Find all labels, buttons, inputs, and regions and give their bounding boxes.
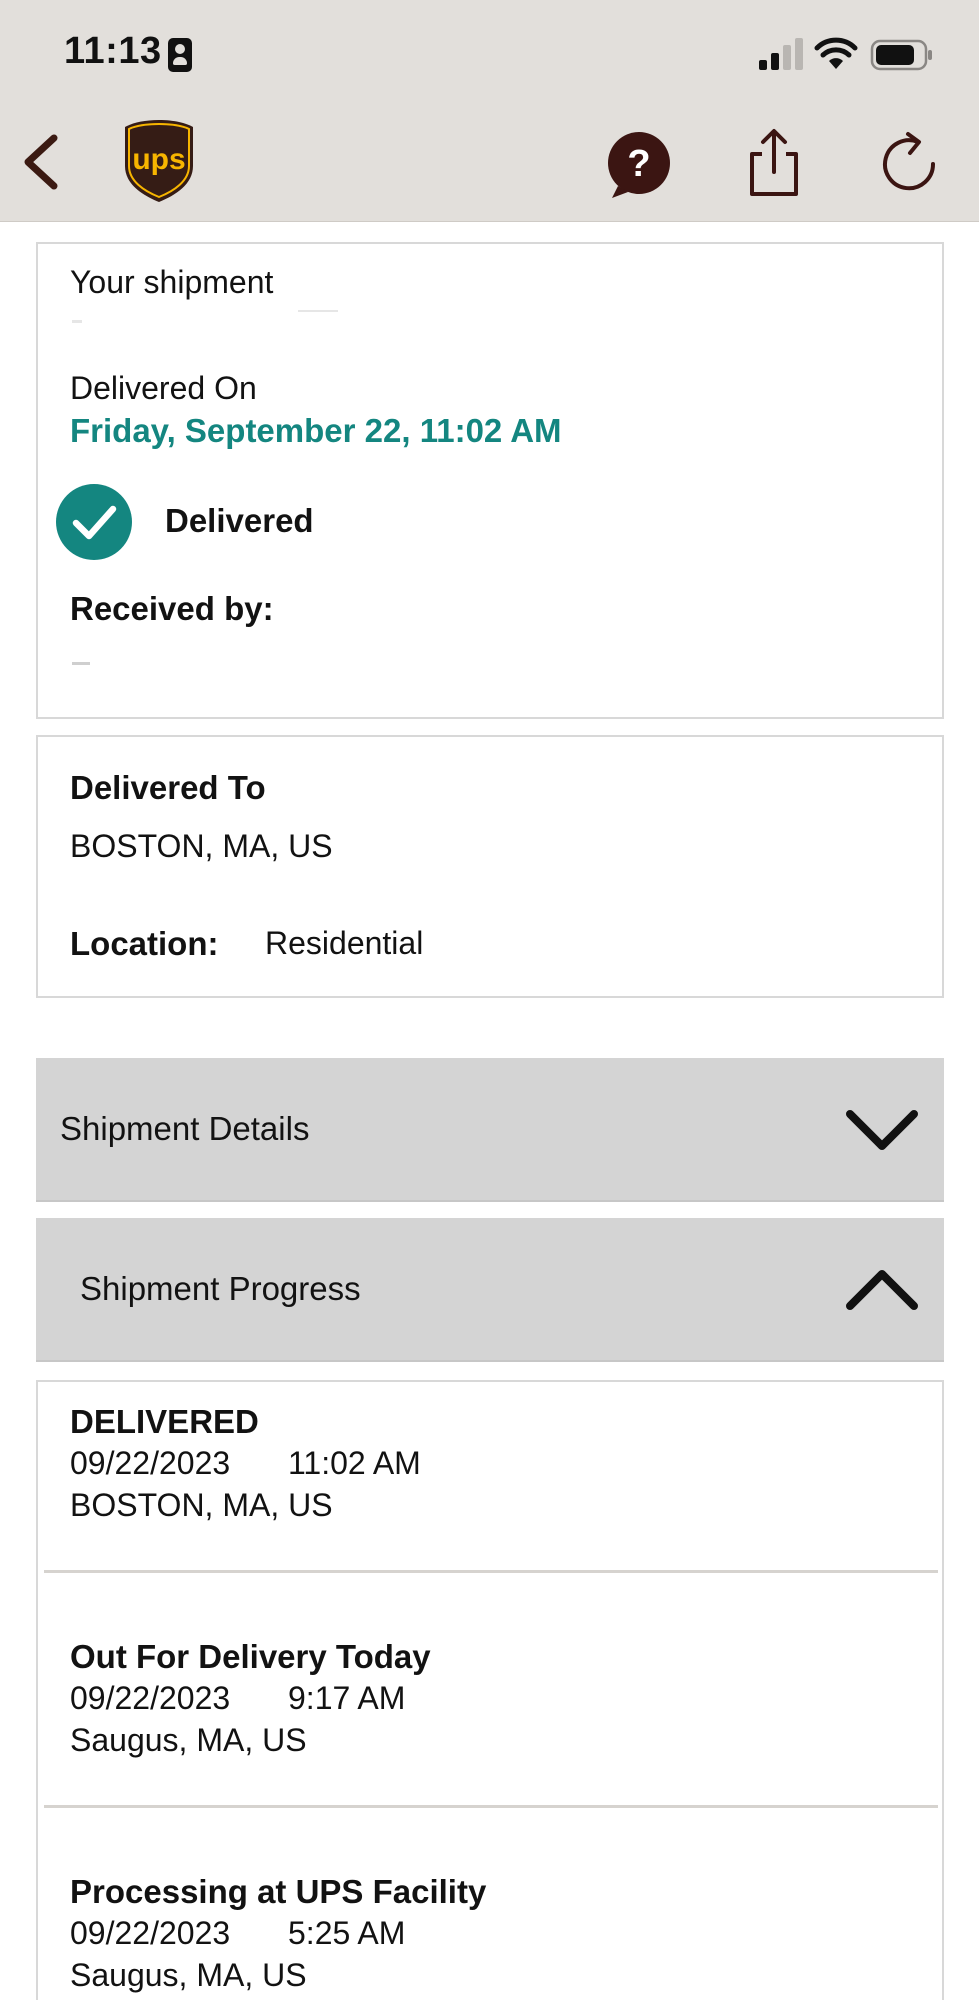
chevron-left-icon[interactable] — [14, 130, 70, 194]
progress-date: 09/22/2023 — [70, 1445, 231, 1481]
progress-date: 09/22/2023 — [70, 1915, 231, 1951]
cellular-signal-icon — [759, 38, 803, 70]
redacted-recipient-name — [72, 662, 90, 665]
redacted-tracking-number — [72, 320, 82, 323]
top-bar: 11:13 ups ? — [0, 0, 979, 222]
shipment-details-label: Shipment Details — [60, 1110, 310, 1147]
progress-time: 9:17 AM — [288, 1680, 406, 1716]
delivery-status-card: Your shipment Delivered On Friday, Septe… — [36, 242, 944, 719]
shipment-heading: Your shipment — [70, 264, 274, 300]
delivered-status: Delivered — [165, 502, 314, 539]
help-question-icon[interactable]: ? — [604, 130, 674, 200]
svg-text:?: ? — [627, 143, 650, 185]
divider — [44, 1805, 938, 1808]
chevron-up-icon — [846, 1270, 918, 1310]
progress-time: 11:02 AM — [288, 1445, 421, 1481]
divider — [44, 1570, 938, 1573]
progress-date: 09/22/2023 — [70, 1680, 231, 1716]
progress-location: BOSTON, MA, US — [70, 1487, 333, 1523]
battery-icon — [870, 39, 932, 71]
refresh-icon[interactable] — [878, 130, 940, 194]
chevron-down-icon — [846, 1110, 918, 1150]
shipment-details-accordion[interactable]: Shipment Details — [36, 1058, 944, 1202]
wifi-icon — [814, 37, 858, 69]
progress-location: Saugus, MA, US — [70, 1722, 307, 1758]
progress-status: Out For Delivery Today — [70, 1638, 431, 1675]
delivered-to-heading: Delivered To — [70, 769, 266, 806]
ups-shield-logo: ups — [125, 120, 193, 202]
shipment-progress-accordion[interactable]: Shipment Progress — [36, 1218, 944, 1362]
checkmark-icon — [56, 484, 132, 560]
location-label: Location: — [70, 925, 219, 962]
progress-status: Processing at UPS Facility — [70, 1873, 487, 1910]
status-time: 11:13 — [64, 30, 162, 72]
delivered-to-card: Delivered To BOSTON, MA, US Location: Re… — [36, 735, 944, 998]
redacted-tracking-number-tail — [298, 310, 338, 312]
share-icon[interactable] — [744, 126, 804, 198]
progress-time: 5:25 AM — [288, 1915, 406, 1951]
delivered-on-label: Delivered On — [70, 370, 257, 406]
location-value: Residential — [265, 925, 424, 961]
delivery-address: BOSTON, MA, US — [70, 828, 333, 864]
progress-status: DELIVERED — [70, 1403, 259, 1440]
shipment-progress-list: DELIVERED 09/22/2023 11:02 AM BOSTON, MA… — [36, 1380, 944, 2000]
shipment-progress-label: Shipment Progress — [80, 1270, 361, 1307]
progress-location: Saugus, MA, US — [70, 1957, 307, 1993]
received-by-label: Received by: — [70, 590, 274, 627]
delivered-on-date: Friday, September 22, 11:02 AM — [70, 412, 562, 449]
contact-card-icon — [168, 38, 192, 72]
svg-text:ups: ups — [132, 143, 185, 176]
